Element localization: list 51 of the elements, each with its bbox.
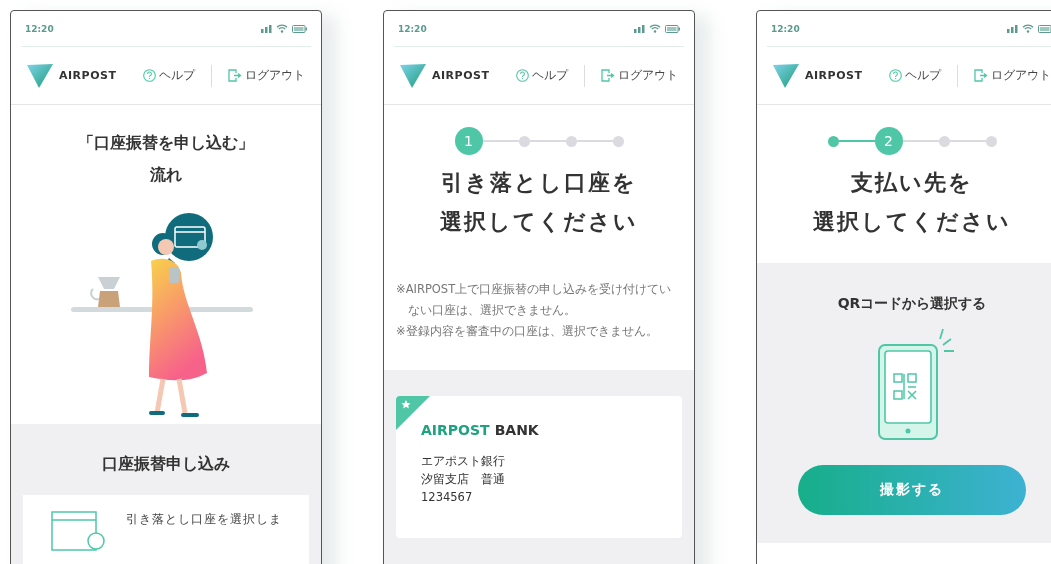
- logo-text: AIRPOST: [432, 69, 490, 82]
- note-text: ※AIRPOST上で口座振替の申し込みを受け付けていない口座は、選択できません。: [396, 281, 673, 319]
- help-link[interactable]: ヘルプ: [516, 67, 568, 84]
- current-step: 2: [874, 127, 903, 155]
- logout-link[interactable]: ログアウト: [601, 67, 678, 84]
- battery-icon: [665, 24, 680, 33]
- branch-and-type: 汐留支店 普通: [421, 471, 506, 488]
- page-title: 「口座振替を申し込む」: [77, 132, 255, 154]
- battery-icon: [1038, 24, 1051, 33]
- help-icon: [516, 69, 529, 82]
- page-title: 流れ: [149, 164, 183, 186]
- page-title: 選択してください: [439, 208, 639, 236]
- section-title: QRコードから選択する: [836, 295, 988, 313]
- help-link[interactable]: ヘルプ: [143, 67, 195, 84]
- wifi-icon: [1022, 24, 1034, 33]
- logout-icon: [228, 69, 242, 82]
- logo-text: AIRPOST: [805, 69, 863, 82]
- signal-icon: [634, 24, 645, 33]
- wifi-icon: [649, 24, 661, 33]
- wifi-icon: [276, 24, 288, 33]
- section-title: 口座振替申し込み: [101, 454, 231, 475]
- bankbook-icon: [51, 511, 106, 551]
- logout-link[interactable]: ログアウト: [974, 67, 1051, 84]
- step-description: 引き落とし口座を選択しま: [126, 511, 282, 528]
- status-time: 12:20: [25, 23, 54, 34]
- logout-icon: [601, 69, 615, 82]
- account-number: 1234567: [421, 489, 474, 506]
- logout-link[interactable]: ログアウト: [228, 67, 305, 84]
- logo-text: AIRPOST: [59, 69, 117, 82]
- logo-icon: [773, 63, 799, 88]
- help-link[interactable]: ヘルプ: [889, 67, 941, 84]
- status-time: 12:20: [398, 23, 427, 34]
- bank-logo-text: AIRPOST: [421, 422, 490, 438]
- help-icon: [143, 69, 156, 82]
- page-title: 引き落とし口座を: [440, 169, 638, 197]
- account-card[interactable]: AIRPOST BANK エアポスト銀行 汐留支店 普通 1234567: [396, 396, 682, 538]
- bank-logo-text: BANK: [494, 422, 539, 438]
- battery-icon: [292, 24, 307, 33]
- logo-icon: [27, 63, 53, 88]
- page-title: 選択してください: [812, 208, 1012, 236]
- current-step: 1: [454, 127, 483, 155]
- logout-icon: [974, 69, 988, 82]
- step-card[interactable]: 引き落とし口座を選択しま: [23, 495, 309, 564]
- note-text: ※登録内容を審査中の口座は、選択できません。: [396, 323, 659, 340]
- page-title: 支払い先を: [850, 169, 974, 197]
- logo-icon: [400, 63, 426, 88]
- help-icon: [889, 69, 902, 82]
- bank-name: エアポスト銀行: [421, 453, 506, 470]
- signal-icon: [1007, 24, 1018, 33]
- signal-icon: [261, 24, 272, 33]
- status-time: 12:20: [771, 23, 800, 34]
